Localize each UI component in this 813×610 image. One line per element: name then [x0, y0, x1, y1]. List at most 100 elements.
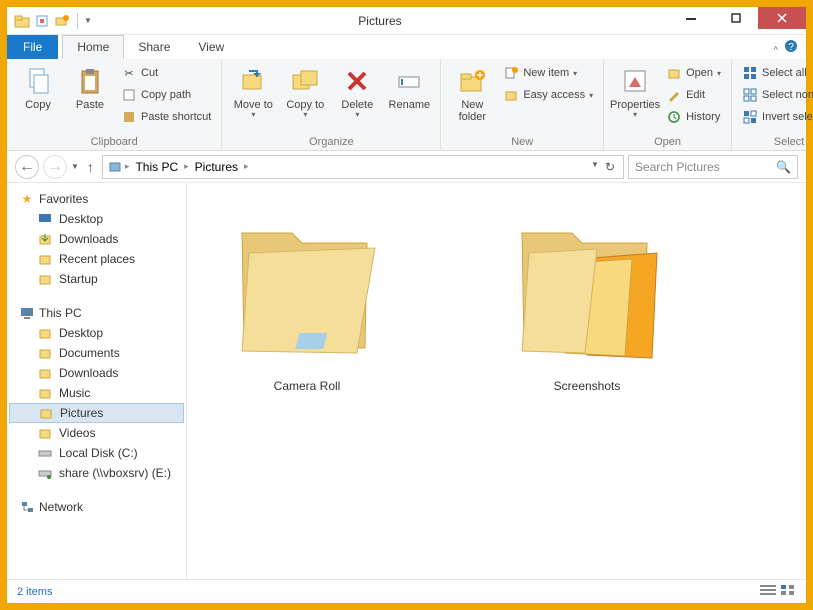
folder-icon [37, 325, 53, 341]
icons-view-icon[interactable] [780, 584, 796, 599]
star-icon: ★ [19, 191, 35, 207]
folder-icon [217, 193, 397, 373]
history-icon [666, 109, 682, 125]
invert-icon [742, 109, 758, 125]
address-dropdown-icon[interactable]: ▼ [591, 160, 599, 174]
close-button[interactable] [758, 7, 806, 29]
selectnone-icon [742, 87, 758, 103]
invert-selection-button[interactable]: Invert selection [740, 107, 813, 127]
paste-shortcut-button[interactable]: Paste shortcut [119, 107, 213, 127]
breadcrumb-thispc[interactable]: This PC [131, 160, 182, 174]
delete-button[interactable]: Delete▾ [334, 63, 380, 120]
sidebar-item-recent[interactable]: Recent places [9, 249, 184, 269]
open-group-label: Open [612, 134, 723, 148]
view-tab[interactable]: View [184, 35, 238, 59]
navigation-pane: ★Favorites Desktop Downloads Recent plac… [7, 183, 187, 579]
move-to-button[interactable]: Move to▾ [230, 63, 276, 120]
folder-screenshots[interactable]: Screenshots [487, 193, 687, 393]
chevron-right-icon[interactable]: ▸ [244, 161, 249, 172]
qat-newfolder-icon[interactable] [53, 12, 71, 30]
easyaccess-icon [503, 87, 519, 103]
select-all-button[interactable]: Select all [740, 63, 813, 83]
recent-locations-icon[interactable]: ▼ [71, 162, 79, 171]
folder-camera-roll[interactable]: Camera Roll [207, 193, 407, 393]
new-group-label: New [449, 134, 595, 148]
sidebar-item-share[interactable]: share (\\vboxsrv) (E:) [9, 463, 184, 483]
new-item-button[interactable]: New item ▾ [501, 63, 595, 83]
chevron-right-icon[interactable]: ▸ [184, 161, 189, 172]
sidebar-item-localdisk[interactable]: Local Disk (C:) [9, 443, 184, 463]
sidebar-item-pc-desktop[interactable]: Desktop [9, 323, 184, 343]
rename-button[interactable]: Rename [386, 63, 432, 111]
sidebar-favorites[interactable]: ★Favorites [9, 189, 184, 209]
folder-icon [37, 365, 53, 381]
new-folder-button[interactable]: New folder [449, 63, 495, 123]
folder-icon [37, 385, 53, 401]
edit-button[interactable]: Edit [664, 85, 723, 105]
recent-icon [37, 251, 53, 267]
folder-app-icon [13, 12, 31, 30]
selectall-icon [742, 65, 758, 81]
location-icon [107, 159, 123, 175]
history-button[interactable]: History [664, 107, 723, 127]
details-view-icon[interactable] [760, 584, 776, 599]
sidebar-item-downloads[interactable]: Downloads [9, 229, 184, 249]
computer-icon [19, 305, 35, 321]
cut-icon: ✂ [121, 65, 137, 81]
address-bar[interactable]: ▸ This PC ▸ Pictures ▸ ▼ ↻ [102, 155, 624, 179]
open-button[interactable]: Open ▾ [664, 63, 723, 83]
back-button[interactable]: ← [15, 155, 39, 179]
window-title: Pictures [92, 14, 668, 28]
drive-icon [37, 445, 53, 461]
open-icon [666, 65, 682, 81]
easy-access-button[interactable]: Easy access ▾ [501, 85, 595, 105]
folder-label: Screenshots [554, 379, 621, 393]
share-tab[interactable]: Share [124, 35, 184, 59]
paste-button[interactable]: Paste [67, 63, 113, 111]
file-tab[interactable]: File [7, 35, 58, 59]
sidebar-thispc[interactable]: This PC [9, 303, 184, 323]
sidebar-item-documents[interactable]: Documents [9, 343, 184, 363]
content-area[interactable]: Camera Roll Screenshots [187, 183, 806, 579]
folder-icon [38, 405, 54, 421]
sidebar-item-desktop[interactable]: Desktop [9, 209, 184, 229]
downloads-icon [37, 231, 53, 247]
select-group-label: Select [740, 134, 813, 148]
folder-icon [497, 193, 677, 373]
chevron-right-icon[interactable]: ▸ [125, 161, 130, 172]
svg-text:?: ? [788, 42, 794, 53]
minimize-ribbon-icon[interactable]: ˄ [773, 44, 778, 53]
home-tab[interactable]: Home [62, 35, 124, 59]
properties-button[interactable]: Properties▾ [612, 63, 658, 120]
copy-path-button[interactable]: Copy path [119, 85, 213, 105]
search-icon: 🔍 [776, 160, 791, 174]
qat-dropdown-icon[interactable]: ▼ [84, 16, 92, 25]
up-button[interactable]: ↑ [83, 159, 98, 175]
sidebar-network[interactable]: Network [9, 497, 184, 517]
network-icon [19, 499, 35, 515]
copy-button[interactable]: Copy [15, 63, 61, 111]
minimize-button[interactable] [668, 7, 713, 29]
forward-button[interactable]: → [43, 155, 67, 179]
sidebar-item-pc-downloads[interactable]: Downloads [9, 363, 184, 383]
select-none-button[interactable]: Select none [740, 85, 813, 105]
refresh-icon[interactable]: ↻ [605, 160, 615, 174]
qat-properties-icon[interactable] [33, 12, 51, 30]
sidebar-item-pictures[interactable]: Pictures [9, 403, 184, 423]
breadcrumb-pictures[interactable]: Pictures [191, 160, 242, 174]
folder-label: Camera Roll [274, 379, 341, 393]
organize-group-label: Organize [230, 134, 432, 148]
help-icon[interactable]: ? [784, 39, 798, 58]
folder-icon [37, 271, 53, 287]
cut-button[interactable]: ✂Cut [119, 63, 213, 83]
qat-separator [77, 13, 78, 29]
sidebar-item-music[interactable]: Music [9, 383, 184, 403]
clipboard-group-label: Clipboard [15, 134, 213, 148]
copy-to-button[interactable]: Copy to▾ [282, 63, 328, 120]
sidebar-item-startup[interactable]: Startup [9, 269, 184, 289]
desktop-icon [37, 211, 53, 227]
maximize-button[interactable] [713, 7, 758, 29]
search-input[interactable]: Search Pictures 🔍 [628, 155, 798, 179]
pasteshortcut-icon [121, 109, 137, 125]
sidebar-item-videos[interactable]: Videos [9, 423, 184, 443]
